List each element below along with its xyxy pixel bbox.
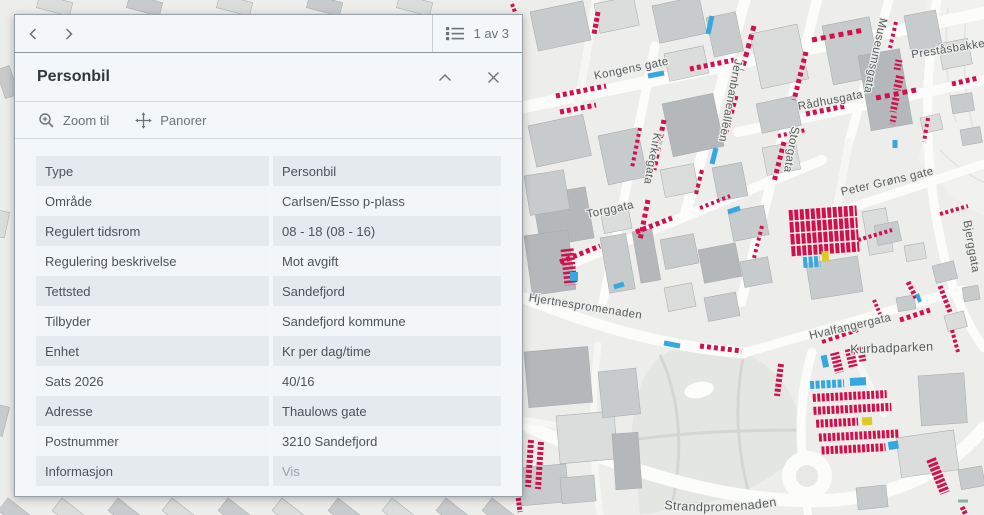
popup-title: Personbil: [37, 68, 428, 86]
field-label: Tettsted: [36, 276, 269, 306]
table-row: Regulering beskrivelseMot avgift: [36, 246, 501, 276]
pan-action[interactable]: Panorer: [122, 102, 219, 138]
field-value: Carlsen/Esso p-plass: [273, 186, 501, 216]
table-row: AdresseThaulows gate: [36, 396, 501, 426]
feature-list-button[interactable]: 1 av 3: [433, 15, 522, 52]
field-value: Mot avgift: [273, 246, 501, 276]
field-label: Tilbyder: [36, 306, 269, 336]
field-label: Enhet: [36, 336, 269, 366]
field-label: Regulert tidsrom: [36, 216, 269, 246]
chevron-up-icon: [438, 73, 452, 82]
collapse-button[interactable]: [428, 62, 462, 92]
field-value: Kr per dag/time: [273, 336, 501, 366]
field-value: Thaulows gate: [273, 396, 501, 426]
field-label: Informasjon: [36, 456, 269, 486]
map-application: Kongens gate Jernbanealléen Kirkegata Mu…: [0, 0, 984, 515]
field-value: Sandefjord kommune: [273, 306, 501, 336]
table-row: Regulert tidsrom08 - 18 (08 - 16): [36, 216, 501, 246]
previous-feature-button[interactable]: [15, 15, 51, 52]
field-label: Type: [36, 156, 269, 186]
pagination-count: 1 av 3: [474, 26, 509, 41]
popup-content: TypePersonbilOmrådeCarlsen/Esso p-plassR…: [15, 139, 522, 496]
field-label: Område: [36, 186, 269, 216]
pan-icon: [135, 112, 152, 129]
table-row: TettstedSandefjord: [36, 276, 501, 306]
popup-title-bar: Personbil: [15, 53, 522, 102]
field-value-link[interactable]: Vis: [273, 456, 501, 486]
close-button[interactable]: [476, 62, 510, 92]
field-value: Personbil: [273, 156, 501, 186]
close-icon: [487, 71, 500, 84]
popup-action-bar: Zoom til Panorer: [15, 102, 522, 139]
zoom-to-label: Zoom til: [63, 113, 109, 128]
field-value: Sandefjord: [273, 276, 501, 306]
attribute-table: TypePersonbilOmrådeCarlsen/Esso p-plassR…: [36, 156, 501, 486]
field-label: Adresse: [36, 396, 269, 426]
chevron-left-icon: [27, 27, 39, 41]
popup-pagination-bar: 1 av 3: [15, 15, 522, 53]
table-row: TypePersonbil: [36, 156, 501, 186]
table-row: Postnummer3210 Sandefjord: [36, 426, 501, 456]
field-value: 3210 Sandefjord: [273, 426, 501, 456]
park-label-kurbadparken: Kurbadparken: [850, 340, 934, 357]
zoom-to-icon: [38, 112, 55, 129]
table-row: OmrådeCarlsen/Esso p-plass: [36, 186, 501, 216]
field-label: Sats 2026: [36, 366, 269, 396]
table-row: Sats 202640/16: [36, 366, 501, 396]
table-row: EnhetKr per dag/time: [36, 336, 501, 366]
field-value: 40/16: [273, 366, 501, 396]
next-feature-button[interactable]: [51, 15, 87, 52]
pagination-right: 1 av 3: [432, 15, 522, 52]
field-value: 08 - 18 (08 - 16): [273, 216, 501, 246]
list-icon: [446, 26, 465, 41]
chevron-right-icon: [63, 27, 75, 41]
table-row: TilbyderSandefjord kommune: [36, 306, 501, 336]
table-row: InformasjonVis: [36, 456, 501, 486]
pan-label: Panorer: [160, 113, 206, 128]
feature-popup: 1 av 3 Personbil: [14, 14, 523, 497]
zoom-to-action[interactable]: Zoom til: [25, 102, 122, 138]
field-label: Postnummer: [36, 426, 269, 456]
field-label: Regulering beskrivelse: [36, 246, 269, 276]
